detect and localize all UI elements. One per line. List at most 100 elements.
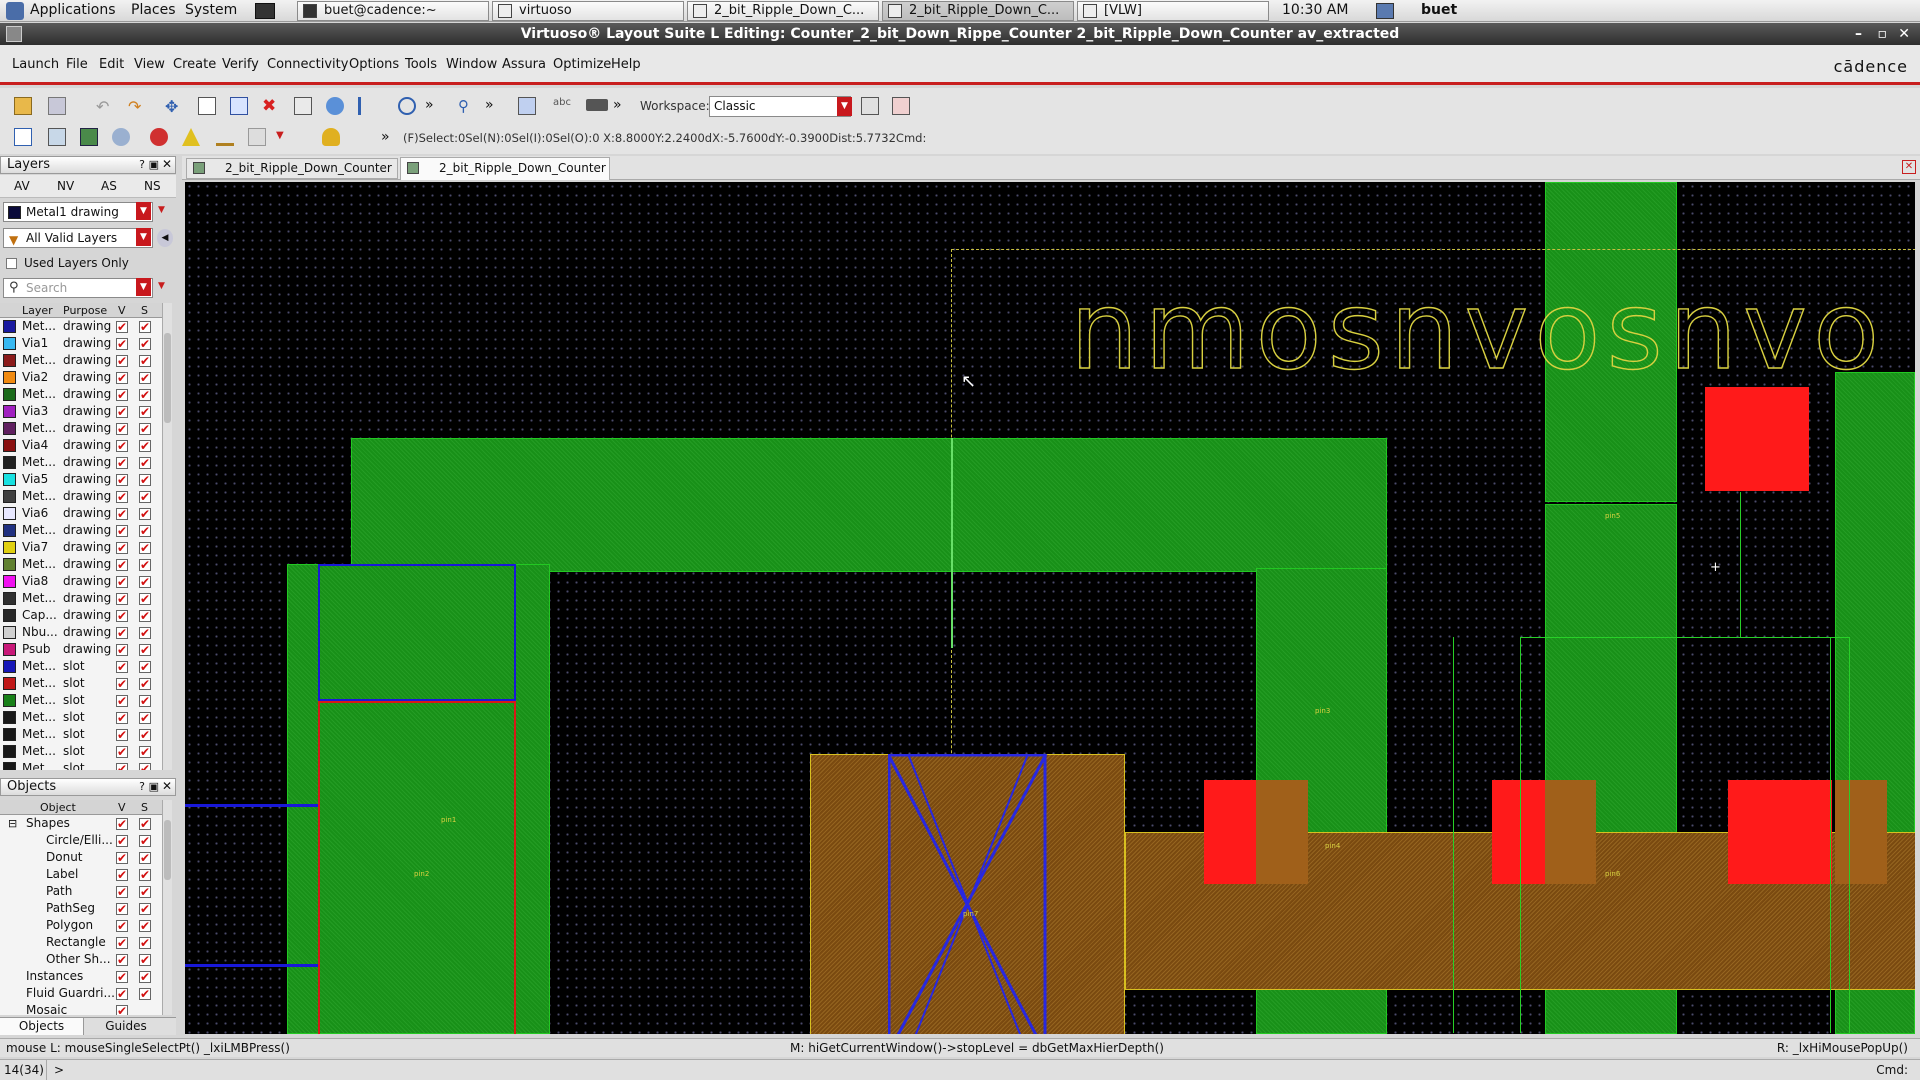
applications-menu[interactable]: Applications	[30, 2, 116, 18]
visible-checkbox[interactable]	[116, 918, 128, 935]
tab-objects[interactable]: Objects	[0, 1018, 84, 1035]
selectable-checkbox[interactable]	[139, 659, 151, 676]
layout-canvas[interactable]: nmosnvosnvo pin1 pin2 pin3 pin4 pin5 pin…	[185, 182, 1915, 1034]
info-icon[interactable]	[326, 97, 344, 115]
clock[interactable]: 10:30 AM	[1282, 2, 1348, 18]
layer-row[interactable]: Via7 drawing	[0, 539, 162, 557]
visible-checkbox[interactable]	[116, 884, 128, 901]
hierarchy-icon[interactable]	[518, 97, 536, 115]
selectable-checkbox[interactable]	[139, 387, 151, 404]
help-icon[interactable]: ?	[139, 157, 145, 173]
metal1-top-bar[interactable]	[351, 438, 1387, 572]
visible-checkbox[interactable]	[116, 833, 128, 850]
layer-row[interactable]: Met... drawing	[0, 522, 162, 540]
copy-icon[interactable]	[198, 97, 216, 115]
close-window-icon[interactable]: ✕	[1898, 23, 1910, 45]
visible-checkbox[interactable]	[116, 608, 128, 625]
layer-options-icon[interactable]: ▼	[158, 205, 165, 215]
selectable-checkbox[interactable]	[139, 693, 151, 710]
layer-row[interactable]: Met... drawing	[0, 590, 162, 608]
object-row[interactable]: Mosaic	[0, 1002, 162, 1015]
object-row[interactable]: Instances	[0, 968, 162, 986]
objects-scrollbar[interactable]	[162, 800, 172, 1015]
layer-row[interactable]: Met... slot	[0, 760, 162, 770]
object-row[interactable]: Circle/Elli...	[0, 832, 162, 850]
visible-checkbox[interactable]	[116, 370, 128, 387]
visible-checkbox[interactable]	[116, 676, 128, 693]
back-icon[interactable]: ◀	[157, 229, 173, 247]
layer-filter-dropdown-icon[interactable]: ▼	[136, 228, 151, 246]
selectable-checkbox[interactable]	[139, 935, 151, 952]
selectable-checkbox[interactable]	[139, 540, 151, 557]
visible-checkbox[interactable]	[116, 523, 128, 540]
tree-collapse-icon[interactable]: ⊟	[8, 815, 17, 832]
selectable-checkbox[interactable]	[139, 625, 151, 642]
tab-nv[interactable]: NV	[57, 179, 74, 193]
selectable-checkbox[interactable]	[139, 710, 151, 727]
visible-checkbox[interactable]	[116, 727, 128, 744]
search-options-icon[interactable]: ▼	[158, 281, 165, 291]
layer-row[interactable]: Met... drawing	[0, 420, 162, 438]
menu-create[interactable]: Create	[173, 57, 216, 72]
metal-outline-red[interactable]	[318, 701, 516, 1034]
workspace-dropdown-icon[interactable]: ▼	[837, 97, 852, 116]
save-icon[interactable]	[48, 97, 66, 115]
object-row[interactable]: PathSeg	[0, 900, 162, 918]
undo-icon[interactable]: ↶	[96, 97, 114, 116]
spell-icon[interactable]: abc	[553, 97, 571, 115]
open-icon[interactable]	[14, 97, 32, 115]
selectable-checkbox[interactable]	[139, 744, 151, 761]
visible-checkbox[interactable]	[116, 867, 128, 884]
visible-checkbox[interactable]	[116, 952, 128, 969]
selectable-checkbox[interactable]	[139, 676, 151, 693]
layer-row[interactable]: Met... slot	[0, 675, 162, 693]
instance-cross[interactable]	[888, 754, 1048, 1034]
tab-ns[interactable]: NS	[144, 179, 161, 193]
selectable-checkbox[interactable]	[139, 557, 151, 574]
visible-checkbox[interactable]	[116, 421, 128, 438]
layer-scroll-thumb[interactable]	[164, 333, 171, 423]
visible-checkbox[interactable]	[116, 642, 128, 659]
layer-row[interactable]: Cap... drawing	[0, 607, 162, 625]
selectable-checkbox[interactable]	[139, 353, 151, 370]
selectable-checkbox[interactable]	[139, 761, 151, 770]
command-prompt[interactable]: >	[54, 1063, 64, 1077]
network-icon[interactable]	[1376, 3, 1394, 19]
visible-checkbox[interactable]	[116, 625, 128, 642]
metal2-wire[interactable]	[185, 964, 318, 967]
visible-checkbox[interactable]	[116, 489, 128, 506]
visible-checkbox[interactable]	[116, 557, 128, 574]
layer-row[interactable]: Met... slot	[0, 709, 162, 727]
visible-checkbox[interactable]	[116, 472, 128, 489]
selectable-checkbox[interactable]	[139, 850, 151, 867]
visible-checkbox[interactable]	[116, 744, 128, 761]
objects-close-icon[interactable]: ✕	[162, 778, 172, 794]
workspace-delete-icon[interactable]	[892, 97, 910, 115]
visible-checkbox[interactable]	[116, 540, 128, 557]
layer-row[interactable]: Met... drawing	[0, 318, 162, 336]
layer-row[interactable]: Via8 drawing	[0, 573, 162, 591]
zoom-icon[interactable]: ⚲	[458, 97, 476, 115]
more-icon-2[interactable]: »	[485, 97, 503, 115]
selectable-checkbox[interactable]	[139, 319, 151, 336]
layer-row[interactable]: Met... drawing	[0, 556, 162, 574]
move-icon[interactable]: ✥	[165, 97, 183, 116]
layer-row[interactable]: Nbu... drawing	[0, 624, 162, 642]
layer-filter-select[interactable]: ▼ All Valid Layers	[3, 228, 153, 248]
menu-options[interactable]: Options	[349, 57, 399, 72]
visible-checkbox[interactable]	[116, 404, 128, 421]
selectable-checkbox[interactable]	[139, 969, 151, 986]
redo-icon[interactable]: ↷	[128, 97, 146, 116]
search-dropdown-icon[interactable]: ▼	[136, 278, 151, 296]
dropdown-arrow-icon[interactable]: ▼	[276, 130, 294, 148]
lightbulb-icon[interactable]	[322, 128, 340, 146]
menu-verify[interactable]: Verify	[222, 57, 259, 72]
more-icon[interactable]: »	[425, 97, 443, 115]
doc-tab-1[interactable]: 2_bit_Ripple_Down_Counter	[186, 158, 398, 179]
properties-icon[interactable]	[294, 97, 312, 115]
tab-as[interactable]: AS	[101, 179, 117, 193]
objects-float-icon[interactable]: ▣	[149, 779, 159, 795]
visible-checkbox[interactable]	[116, 935, 128, 952]
menu-edit[interactable]: Edit	[99, 57, 124, 72]
layer-icon[interactable]	[80, 128, 98, 146]
